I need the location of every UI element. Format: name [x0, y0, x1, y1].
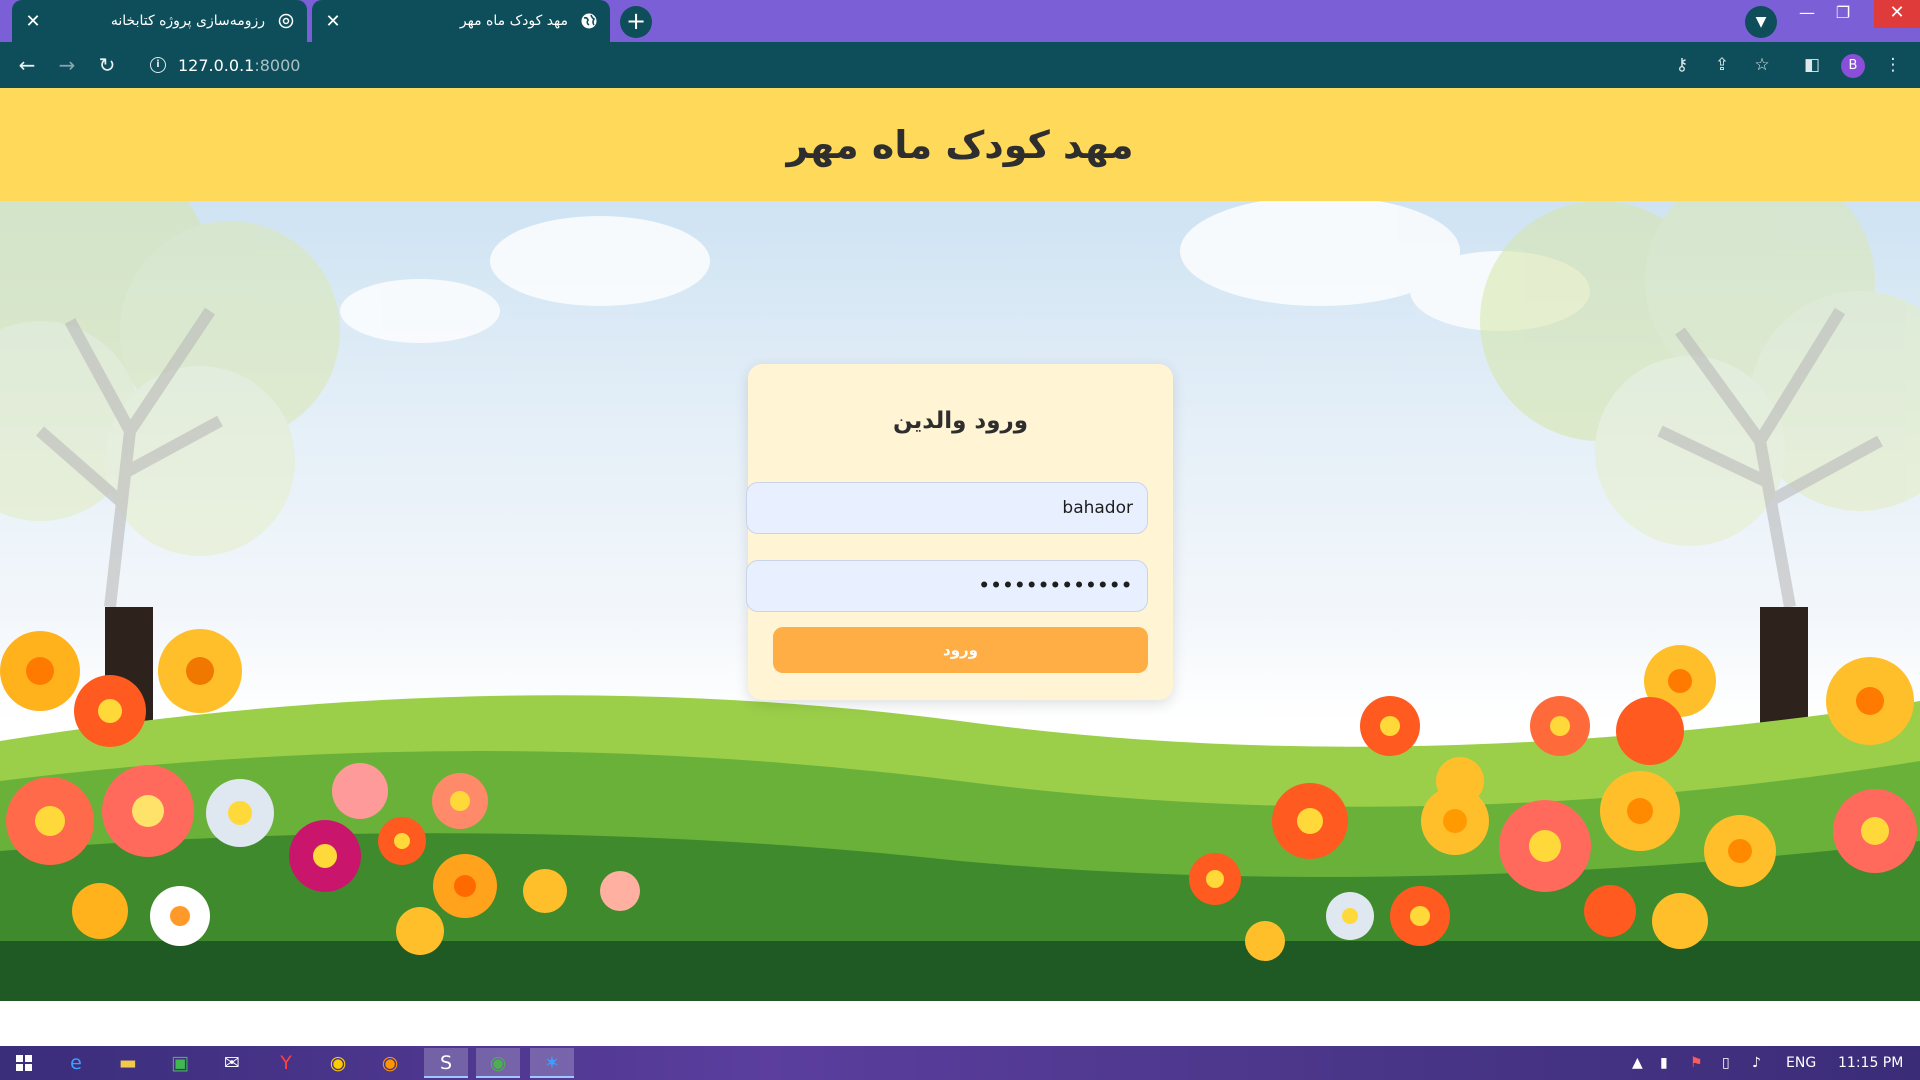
- info-icon[interactable]: i: [150, 57, 166, 73]
- chevron-down-icon: ▼: [1755, 14, 1767, 30]
- menu-icon[interactable]: ⋮: [1881, 53, 1905, 77]
- back-button[interactable]: ←: [13, 51, 41, 79]
- chrome-active-icon[interactable]: ◉: [476, 1048, 520, 1078]
- username-input[interactable]: bahador: [746, 482, 1148, 534]
- chrome-canary-icon[interactable]: ◉: [368, 1048, 412, 1078]
- volume-icon[interactable]: ♪: [1752, 1046, 1761, 1080]
- web-page: مهد کودک ماه مهر ورود والدین bahador •••…: [0, 88, 1920, 1046]
- tab-kindergarten[interactable]: مهد کودک ماه مهر ✕: [312, 0, 610, 42]
- close-icon[interactable]: ✕: [24, 11, 42, 32]
- internet-explorer-icon[interactable]: e: [54, 1048, 98, 1078]
- yandex-browser-icon[interactable]: Y: [264, 1048, 308, 1078]
- share-icon[interactable]: ⇪: [1710, 53, 1734, 77]
- windows-taskbar: e ▬ ▣ ✉ Y ◉ ◉ S ◉ ✶ ▲ ▮ ⚑ ▯ ♪ ENG 11:15 …: [0, 1046, 1920, 1080]
- network-icon[interactable]: ▮: [1660, 1046, 1668, 1080]
- url-host: 127.0.0.1: [178, 55, 255, 75]
- tab-title: رزومه‌سازی پروژه کتابخانه: [110, 13, 265, 29]
- browser-toolbar: ← → ↻ i 127.0.0.1:8000 ⚷ ⇪ ☆ ◧ B ⋮: [0, 42, 1920, 88]
- show-hidden-icons-button[interactable]: ▲: [1632, 1046, 1643, 1080]
- address-bar[interactable]: i 127.0.0.1:8000: [136, 48, 1636, 82]
- reload-button[interactable]: ↻: [93, 51, 121, 79]
- skype-icon[interactable]: S: [424, 1048, 468, 1078]
- battery-icon[interactable]: ▯: [1722, 1046, 1730, 1080]
- start-button[interactable]: [2, 1048, 46, 1078]
- browser-tab-strip: رزومه‌سازی پروژه کتابخانه ✕ مهد کودک ماه…: [0, 0, 1920, 42]
- password-input[interactable]: •••••••••••••: [746, 560, 1148, 612]
- tab-search-button[interactable]: ▼: [1745, 6, 1777, 38]
- language-indicator[interactable]: ENG: [1786, 1046, 1816, 1080]
- url-text: 127.0.0.1:8000: [178, 56, 300, 75]
- close-window-button[interactable]: ✕: [1874, 0, 1920, 28]
- star-icon[interactable]: ☆: [1750, 53, 1774, 77]
- flag-icon[interactable]: ⚑: [1690, 1046, 1703, 1080]
- file-explorer-icon[interactable]: ▬: [106, 1048, 150, 1078]
- forward-button[interactable]: →: [53, 51, 81, 79]
- profile-avatar[interactable]: B: [1841, 54, 1865, 78]
- tab-resume-builder[interactable]: رزومه‌سازی پروژه کتابخانه ✕: [12, 0, 307, 42]
- store-icon[interactable]: ▣: [158, 1048, 202, 1078]
- site-header: مهد کودک ماه مهر: [0, 88, 1920, 201]
- tab-title: مهد کودک ماه مهر: [459, 13, 568, 29]
- chrome-icon[interactable]: ◉: [316, 1048, 360, 1078]
- url-port: :8000: [254, 55, 301, 75]
- vscode-icon[interactable]: ✶: [530, 1048, 574, 1078]
- login-button[interactable]: ورود: [773, 627, 1148, 673]
- globe-icon: [580, 12, 598, 30]
- mail-icon[interactable]: ✉: [210, 1048, 254, 1078]
- chatgpt-icon: [277, 12, 295, 30]
- parent-login-form: ورود والدین bahador ••••••••••••• ورود: [746, 364, 1173, 700]
- restore-button[interactable]: ❐: [1820, 0, 1866, 28]
- login-title: ورود والدین: [892, 408, 1029, 434]
- key-icon[interactable]: ⚷: [1670, 53, 1694, 77]
- side-panel-icon[interactable]: ◧: [1800, 53, 1824, 77]
- close-icon[interactable]: ✕: [324, 11, 342, 32]
- background-illustration: ورود والدین bahador ••••••••••••• ورود: [0, 201, 1920, 1001]
- site-title: مهد کودک ماه مهر: [786, 122, 1134, 167]
- new-tab-button[interactable]: +: [620, 6, 652, 38]
- windows-icon: [16, 1055, 32, 1071]
- clock[interactable]: 11:15 PM: [1838, 1046, 1903, 1080]
